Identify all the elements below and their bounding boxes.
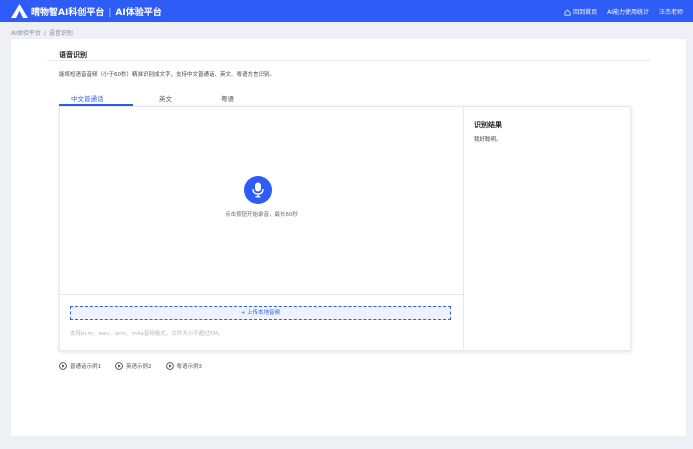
brand-name: 晴物智AI科创平台 xyxy=(31,8,105,18)
title-divider xyxy=(47,60,651,61)
brand-separator: | xyxy=(108,8,112,18)
page-title: 语音识别 xyxy=(59,51,87,59)
upload-format-note: 支持pcm、wav、amr、m4a音频格式，文件大小不超过5M。 xyxy=(70,331,224,337)
sample-label: 普通话示例1 xyxy=(70,364,101,370)
platform-name: AI体验平台 xyxy=(115,8,162,18)
sample-label: 粤语示例3 xyxy=(176,364,203,370)
sample-english[interactable]: 英语示例2 xyxy=(115,362,152,370)
top-navigation-bar: 晴物智AI科创平台 | AI体验平台 回到首页 AI能力使用统计 汪杰老师 xyxy=(0,0,693,22)
record-button[interactable] xyxy=(244,176,272,204)
upload-area: + 上传本地音频 支持pcm、wav、amr、m4a音频格式，文件大小不超过5M… xyxy=(60,294,464,350)
tab-cantonese[interactable]: 粤语 xyxy=(221,93,234,103)
play-icon xyxy=(115,362,123,370)
brand-title: 晴物智AI科创平台 | AI体验平台 xyxy=(31,5,162,18)
play-icon xyxy=(165,362,174,370)
main-card: 语音识别 能将短语音音频（小于60秒）精准识别成文字，支持中文普通话、英文、粤语… xyxy=(11,39,686,436)
breadcrumb-current: 语音识别 xyxy=(48,30,73,37)
result-text: 我好聪明。 xyxy=(474,137,502,143)
page-description: 能将短语音音频（小于60秒）精准识别成文字，支持中文普通话、英文、粤语方言识别。 xyxy=(59,72,276,78)
result-title: 识别结果 xyxy=(474,121,502,129)
home-icon xyxy=(564,9,571,16)
breadcrumb-separator: / xyxy=(43,30,46,37)
sample-mandarin[interactable]: 普通话示例1 xyxy=(59,362,101,370)
nav-usage-stats-link[interactable]: AI能力使用统计 xyxy=(607,7,649,16)
recording-area: 点击按钮开始录音，最长60秒 xyxy=(60,107,464,295)
nav-home-link[interactable]: 回到首页 xyxy=(564,7,597,16)
header-nav: 回到首页 AI能力使用统计 汪杰老师 xyxy=(564,7,683,16)
sample-list: 普通话示例1 英语示例2 粤语示例3 xyxy=(59,362,202,370)
recognition-panel: 点击按钮开始录音，最长60秒 + 上传本地音频 支持pcm、wav、amr、m4… xyxy=(59,106,631,351)
tab-mandarin[interactable]: 中文普通话 xyxy=(71,93,104,103)
microphone-icon xyxy=(252,182,264,198)
breadcrumb-home[interactable]: AI体验平台 xyxy=(11,30,41,37)
sample-label: 英语示例2 xyxy=(126,364,152,370)
play-icon xyxy=(59,362,67,370)
logo-icon[interactable] xyxy=(11,4,28,18)
language-tabs: 中文普通话 英文 粤语 xyxy=(59,91,631,106)
user-name[interactable]: 汪杰老师 xyxy=(659,7,683,16)
nav-home-label: 回到首页 xyxy=(573,9,598,16)
breadcrumb: AI体验平台 / 语音识别 xyxy=(11,28,73,37)
tab-english[interactable]: 英文 xyxy=(159,93,172,103)
upload-audio-button[interactable]: + 上传本地音频 xyxy=(70,306,451,320)
record-hint: 点击按钮开始录音，最长60秒 xyxy=(225,212,298,218)
sample-cantonese[interactable]: 粤语示例3 xyxy=(165,362,203,370)
